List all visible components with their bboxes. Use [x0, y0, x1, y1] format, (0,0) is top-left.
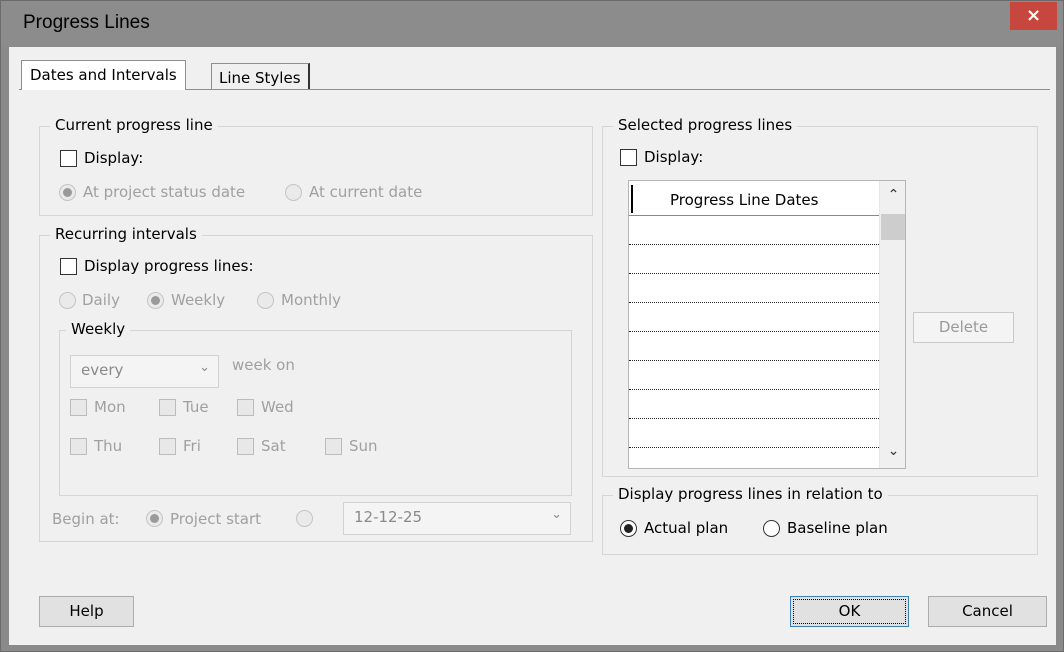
cancel-button[interactable]: Cancel	[928, 596, 1047, 627]
tab-panel: Current progress line Display: At projec…	[19, 89, 1050, 581]
close-button[interactable]: ×	[1010, 2, 1057, 30]
dialog-title: Progress Lines	[23, 12, 150, 33]
selected-display-label: Display:	[644, 148, 704, 166]
selected-display-checkbox[interactable]	[620, 149, 637, 166]
every-value: every	[81, 361, 124, 379]
day-fri-checkbox[interactable]	[159, 438, 176, 455]
table-row[interactable]	[629, 245, 879, 274]
every-combo[interactable]: every ⌄	[70, 355, 219, 388]
day-sat-label: Sat	[261, 437, 286, 455]
table-row[interactable]	[629, 303, 879, 332]
day-fri-label: Fri	[183, 437, 201, 455]
radio-monthly[interactable]	[257, 292, 274, 309]
title-bar: Progress Lines ×	[1, 1, 1063, 47]
current-display-label: Display:	[84, 149, 144, 167]
table-row[interactable]	[629, 274, 879, 303]
radio-daily[interactable]	[59, 292, 76, 309]
group-title: Display progress lines in relation to	[613, 485, 888, 503]
relation-group: Display progress lines in relation to Ac…	[602, 485, 1038, 555]
scrollbar-thumb[interactable]	[881, 214, 905, 240]
radio-daily-label: Daily	[82, 291, 120, 309]
recurring-display-label: Display progress lines:	[84, 257, 254, 275]
delete-button[interactable]: Delete	[913, 312, 1014, 343]
radio-baseline-plan-label: Baseline plan	[787, 519, 888, 537]
progress-line-dates-table[interactable]: Progress Line Dates ⌃ ⌄	[628, 180, 906, 469]
table-scrollbar[interactable]: ⌃ ⌄	[879, 181, 905, 468]
chevron-down-icon: ⌄	[551, 507, 562, 522]
radio-monthly-label: Monthly	[281, 291, 342, 309]
radio-status-date-label: At project status date	[83, 183, 246, 201]
day-sun-checkbox[interactable]	[325, 438, 342, 455]
radio-dot	[151, 296, 160, 305]
table-row[interactable]	[629, 448, 879, 468]
radio-begin-date[interactable]	[296, 510, 313, 527]
begin-date-combo[interactable]: 12-12-25 ⌄	[343, 502, 571, 535]
day-thu-label: Thu	[94, 437, 123, 455]
radio-dot	[63, 188, 72, 197]
radio-actual-plan[interactable]	[620, 520, 637, 537]
begin-at-label: Begin at:	[52, 510, 120, 528]
table-header: Progress Line Dates	[629, 181, 879, 216]
chevron-down-icon: ⌄	[199, 360, 210, 375]
begin-date-value: 12-12-25	[354, 508, 423, 526]
chevron-down-icon[interactable]: ⌄	[880, 443, 905, 459]
radio-current-date-label: At current date	[309, 183, 423, 201]
table-row[interactable]	[629, 361, 879, 390]
recurring-intervals-group: Recurring intervals Display progress lin…	[39, 225, 593, 542]
day-wed-label: Wed	[261, 398, 294, 416]
radio-dot	[150, 514, 159, 523]
column-header-progress-line-dates: Progress Line Dates	[670, 191, 819, 209]
tab-dates-and-intervals[interactable]: Dates and Intervals	[21, 60, 186, 90]
radio-actual-plan-label: Actual plan	[644, 519, 729, 537]
radio-baseline-plan[interactable]	[763, 520, 780, 537]
tab-line-styles[interactable]: Line Styles	[211, 63, 310, 91]
dialog-client: Dates and Intervals Line Styles Current …	[9, 47, 1056, 645]
progress-lines-dialog: Progress Lines × Dates and Intervals Lin…	[0, 0, 1064, 652]
day-wed-checkbox[interactable]	[237, 399, 254, 416]
recurring-display-checkbox[interactable]	[60, 258, 77, 275]
table-row[interactable]	[629, 216, 879, 245]
radio-weekly-label: Weekly	[171, 291, 226, 309]
table-row[interactable]	[629, 419, 879, 448]
week-on-label: week on	[232, 356, 295, 374]
table-row[interactable]	[629, 390, 879, 419]
day-mon-checkbox[interactable]	[70, 399, 87, 416]
header-divider	[631, 185, 633, 213]
weekly-subgroup: Weekly every ⌄ week on Mon Tue Wed Thu F…	[59, 320, 572, 496]
group-title: Current progress line	[50, 116, 218, 134]
help-button[interactable]: Help	[39, 596, 134, 627]
day-tue-label: Tue	[183, 398, 209, 416]
radio-dot	[624, 524, 633, 533]
day-thu-checkbox[interactable]	[70, 438, 87, 455]
radio-project-start[interactable]	[146, 510, 163, 527]
day-tue-checkbox[interactable]	[159, 399, 176, 416]
weekly-subgroup-title: Weekly	[66, 320, 131, 338]
group-title: Selected progress lines	[613, 116, 798, 134]
chevron-up-icon[interactable]: ⌃	[880, 187, 905, 203]
radio-weekly[interactable]	[147, 292, 164, 309]
current-progress-line-group: Current progress line Display: At projec…	[39, 116, 593, 216]
current-display-checkbox[interactable]	[60, 150, 77, 167]
group-title: Recurring intervals	[50, 225, 202, 243]
radio-project-start-label: Project start	[170, 510, 262, 528]
ok-button[interactable]: OK	[790, 596, 909, 627]
day-mon-label: Mon	[94, 398, 126, 416]
day-sat-checkbox[interactable]	[237, 438, 254, 455]
radio-at-current-date[interactable]	[285, 184, 302, 201]
day-sun-label: Sun	[349, 437, 378, 455]
radio-at-project-status-date[interactable]	[59, 184, 76, 201]
table-row[interactable]	[629, 332, 879, 361]
